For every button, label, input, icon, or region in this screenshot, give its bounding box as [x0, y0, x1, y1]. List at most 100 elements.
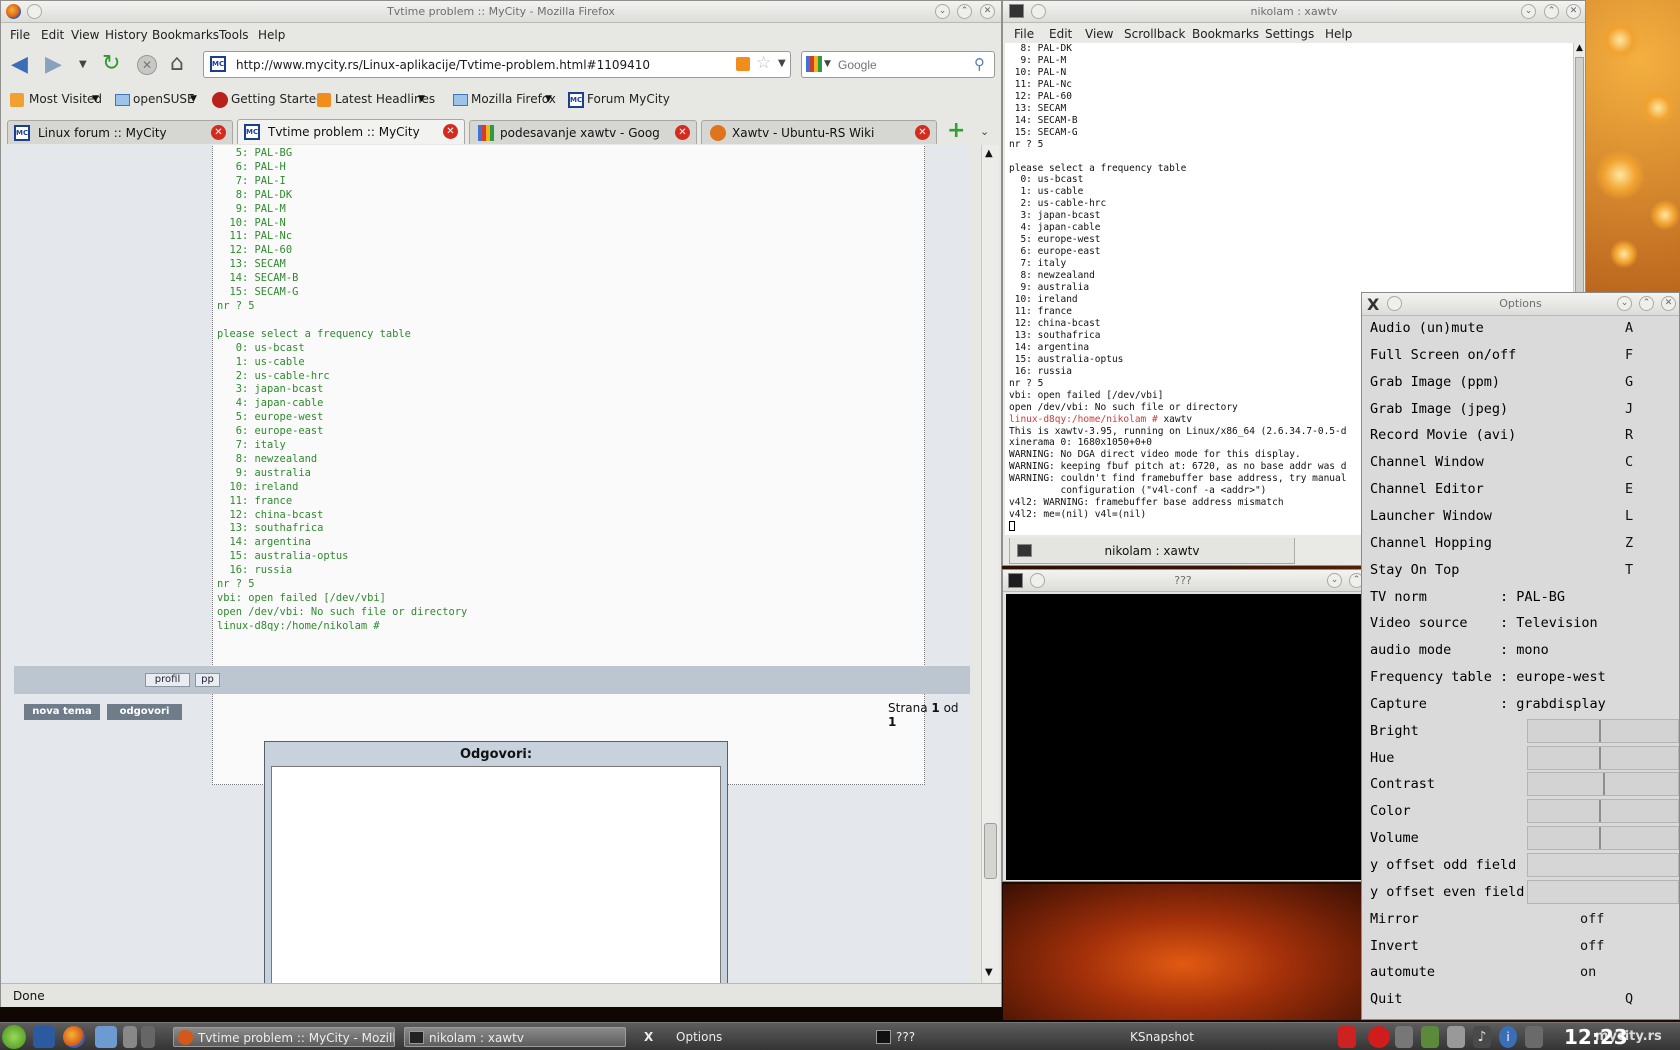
nova-tema-button[interactable]: nova tema	[24, 704, 100, 720]
volume-icon[interactable]: ♪	[1473, 1026, 1491, 1048]
scroll-thumb[interactable]	[984, 823, 997, 879]
menu-help[interactable]: Help	[1325, 27, 1352, 41]
chevron-down-icon[interactable]: ▼	[545, 94, 552, 104]
quit-menu-item[interactable]: Quit	[1370, 991, 1403, 1007]
menu-tools[interactable]: Tools	[219, 28, 249, 42]
profil-button[interactable]: profil	[145, 673, 190, 687]
page-scrollbar[interactable]: ▲ ▼	[981, 145, 999, 983]
video-titlebar[interactable]: ??? ⌄ ⌃	[1003, 570, 1364, 592]
slider-knob[interactable]	[1599, 719, 1601, 742]
option-menu-item[interactable]: Grab Image (ppm)	[1370, 374, 1500, 390]
bookmark-forum-mycity[interactable]: Forum MyCity	[587, 92, 670, 106]
slider-knob[interactable]	[1599, 800, 1601, 823]
slider-knob[interactable]	[1599, 746, 1601, 769]
option-slider[interactable]	[1527, 745, 1679, 770]
option-setting-menu[interactable]: Video source : Television	[1370, 615, 1598, 631]
option-menu-item[interactable]: Record Movie (avi)	[1370, 427, 1516, 443]
option-setting-menu[interactable]: Frequency table : europe-west	[1370, 669, 1606, 685]
menu-view[interactable]: View	[1085, 27, 1113, 41]
home-icon[interactable]: ⌂	[170, 52, 184, 76]
new-tab-icon[interactable]: +	[947, 118, 965, 143]
firefox-titlebar[interactable]: Tvtime problem :: MyCity - Mozilla Firef…	[1, 1, 1001, 23]
option-slider[interactable]	[1527, 799, 1679, 824]
maximize-icon[interactable]: ⌃	[1544, 4, 1559, 19]
option-slider[interactable]	[1527, 718, 1679, 743]
minimize-icon[interactable]: ⌄	[935, 4, 950, 19]
search-input[interactable]	[838, 56, 968, 73]
bookmark-getting-started[interactable]: Getting Started	[231, 92, 324, 106]
menu-file[interactable]: File	[1014, 27, 1034, 41]
reload-icon[interactable]: ↻	[102, 52, 120, 76]
option-menu-item[interactable]: Audio (un)mute	[1370, 320, 1484, 336]
chevron-down-icon[interactable]: ▼	[92, 94, 99, 104]
tab-google-search[interactable]: podesavanje xawtv - Google прет... ✕	[469, 120, 697, 144]
reply-textarea[interactable]	[271, 766, 721, 983]
option-setting-menu[interactable]: audio mode : mono	[1370, 642, 1549, 658]
option-toggle[interactable]: automute	[1370, 964, 1435, 980]
tray-network-icon[interactable]	[1395, 1026, 1413, 1048]
option-toggle[interactable]: Invert	[1370, 938, 1419, 954]
chevron-down-icon[interactable]: ▼	[418, 94, 425, 104]
close-tab-icon[interactable]: ✕	[675, 125, 690, 140]
url-dropdown-icon[interactable]: ▼	[778, 58, 786, 69]
option-toggle[interactable]: Mirror	[1370, 911, 1419, 927]
menu-edit[interactable]: Edit	[1049, 27, 1072, 41]
tab-linux-forum[interactable]: MC Linux forum :: MyCity ✕	[7, 120, 233, 144]
pager-desktop-1-icon[interactable]	[123, 1026, 137, 1048]
bookmark-mozilla-firefox[interactable]: Mozilla Firefox	[471, 92, 556, 106]
task-options[interactable]: X Options	[638, 1027, 860, 1047]
slider-knob[interactable]	[1599, 827, 1601, 850]
option-slider[interactable]	[1527, 826, 1679, 851]
tab-list-icon[interactable]: ⌄	[980, 125, 989, 138]
minimize-icon[interactable]: ⌄	[1327, 573, 1342, 588]
start-menu-icon[interactable]	[2, 1025, 26, 1049]
show-desktop-icon[interactable]	[33, 1026, 55, 1048]
tray-opera-icon[interactable]	[1368, 1026, 1390, 1048]
session-tab[interactable]: nikolam : xawtv	[1009, 538, 1295, 564]
option-menu-item[interactable]: Channel Editor	[1370, 481, 1484, 497]
option-menu-item[interactable]: Stay On Top	[1370, 562, 1459, 578]
option-menu-item[interactable]: Full Screen on/off	[1370, 347, 1516, 363]
pp-button[interactable]: pp	[195, 673, 220, 687]
pager-desktop-2-icon[interactable]	[141, 1026, 155, 1048]
engine-dropdown-icon[interactable]: ▼	[824, 59, 831, 69]
menu-help[interactable]: Help	[258, 28, 285, 42]
menu-file[interactable]: File	[10, 28, 30, 42]
option-setting-menu[interactable]: Capture : grabdisplay	[1370, 696, 1606, 712]
menu-view[interactable]: View	[71, 28, 99, 42]
option-menu-item[interactable]: Channel Hopping	[1370, 535, 1492, 551]
close-tab-icon[interactable]: ✕	[211, 125, 226, 140]
menu-scrollback[interactable]: Scrollback	[1124, 27, 1185, 41]
option-menu-item[interactable]: Grab Image (jpeg)	[1370, 401, 1508, 417]
menu-bookmarks[interactable]: Bookmarks	[1192, 27, 1259, 41]
maximize-icon[interactable]: ⌃	[1639, 296, 1654, 311]
google-engine-icon[interactable]	[806, 56, 822, 72]
option-slider[interactable]	[1527, 853, 1679, 877]
task-firefox[interactable]: Tvtime problem :: MyCity - Mozilla Firef	[173, 1027, 395, 1047]
forward-icon[interactable]: ▶	[45, 53, 62, 77]
search-icon[interactable]: ⚲	[974, 55, 985, 73]
history-dropdown-icon[interactable]: ▼	[79, 59, 87, 70]
menu-settings[interactable]: Settings	[1265, 27, 1314, 41]
stop-icon[interactable]: ✕	[137, 55, 157, 75]
firefox-launcher-icon[interactable]	[63, 1026, 85, 1048]
tray-app-icon[interactable]	[1338, 1026, 1356, 1048]
tray-removable-icon[interactable]	[1447, 1026, 1465, 1048]
task-konsole[interactable]: nikolam : xawtv	[404, 1027, 626, 1047]
option-slider[interactable]	[1527, 772, 1679, 797]
scroll-down-icon[interactable]: ▼	[985, 967, 993, 978]
task-ksnapshot[interactable]: KSnapshot	[1106, 1027, 1328, 1047]
konsole-titlebar[interactable]: nikolam : xawtv ⌄ ⌃ ✕	[1003, 1, 1585, 23]
options-titlebar[interactable]: X Options ⌄ ⌃ ✕	[1362, 293, 1679, 316]
close-tab-icon[interactable]: ✕	[443, 124, 458, 139]
tray-battery-icon[interactable]	[1525, 1026, 1543, 1048]
close-tab-icon[interactable]: ✕	[915, 125, 930, 140]
menu-history[interactable]: History	[105, 28, 148, 42]
bookmark-opensuse[interactable]: openSUSE	[133, 92, 195, 106]
option-setting-menu[interactable]: TV norm : PAL-BG	[1370, 589, 1565, 605]
slider-knob[interactable]	[1603, 773, 1605, 796]
menu-bookmarks[interactable]: Bookmarks	[152, 28, 219, 42]
minimize-icon[interactable]: ⌄	[1521, 4, 1536, 19]
option-menu-item[interactable]: Channel Window	[1370, 454, 1484, 470]
close-icon[interactable]: ✕	[980, 4, 995, 19]
